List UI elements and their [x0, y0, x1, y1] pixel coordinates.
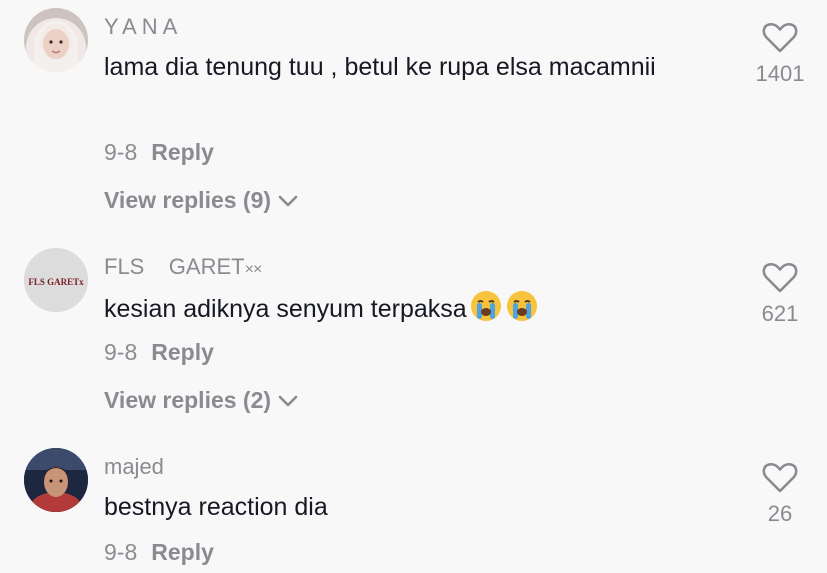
brand-logo-icon: FLS GARETx [24, 248, 88, 312]
avatar[interactable]: FLS GARETx [24, 248, 88, 312]
avatar-logo-text: FLS GARETx [28, 277, 84, 287]
like-button[interactable]: 26 [750, 462, 810, 527]
comment-date: 9-8 [104, 539, 138, 565]
username[interactable]: majed [104, 454, 164, 480]
crying-face-emoji-icon [506, 291, 537, 321]
comment-date: 9-8 [104, 339, 138, 365]
comment-item: majed bestnya reaction dia 9-8 Reply 26 [0, 0, 827, 565]
comment-text: kesian adiknya senyum terpaksa [104, 288, 704, 330]
comment-text: bestnya reaction dia [104, 493, 328, 521]
chevron-down-icon [278, 395, 298, 406]
like-button[interactable]: 621 [750, 262, 810, 327]
crying-face-emoji-icon [470, 291, 501, 321]
avatar[interactable] [24, 448, 88, 512]
username[interactable]: FLS GARET×× [104, 254, 263, 280]
like-count: 26 [767, 501, 793, 526]
heart-icon [762, 262, 798, 293]
reply-button[interactable]: Reply [151, 539, 214, 565]
username-text: FLS GARET [104, 254, 245, 279]
comment-text-body: kesian adiknya senyum terpaksa [104, 295, 467, 323]
reply-button[interactable]: Reply [151, 339, 214, 365]
username-suffix: ×× [244, 261, 263, 278]
comment-meta: 9-8 Reply [104, 339, 214, 366]
heart-icon [762, 462, 798, 493]
like-count: 621 [761, 301, 799, 326]
view-replies-label: View replies (2) [104, 387, 272, 413]
comment-meta: 9-8 Reply [104, 539, 214, 566]
view-replies-button[interactable]: View replies (2) [104, 387, 299, 414]
user-photo-icon [24, 448, 88, 512]
